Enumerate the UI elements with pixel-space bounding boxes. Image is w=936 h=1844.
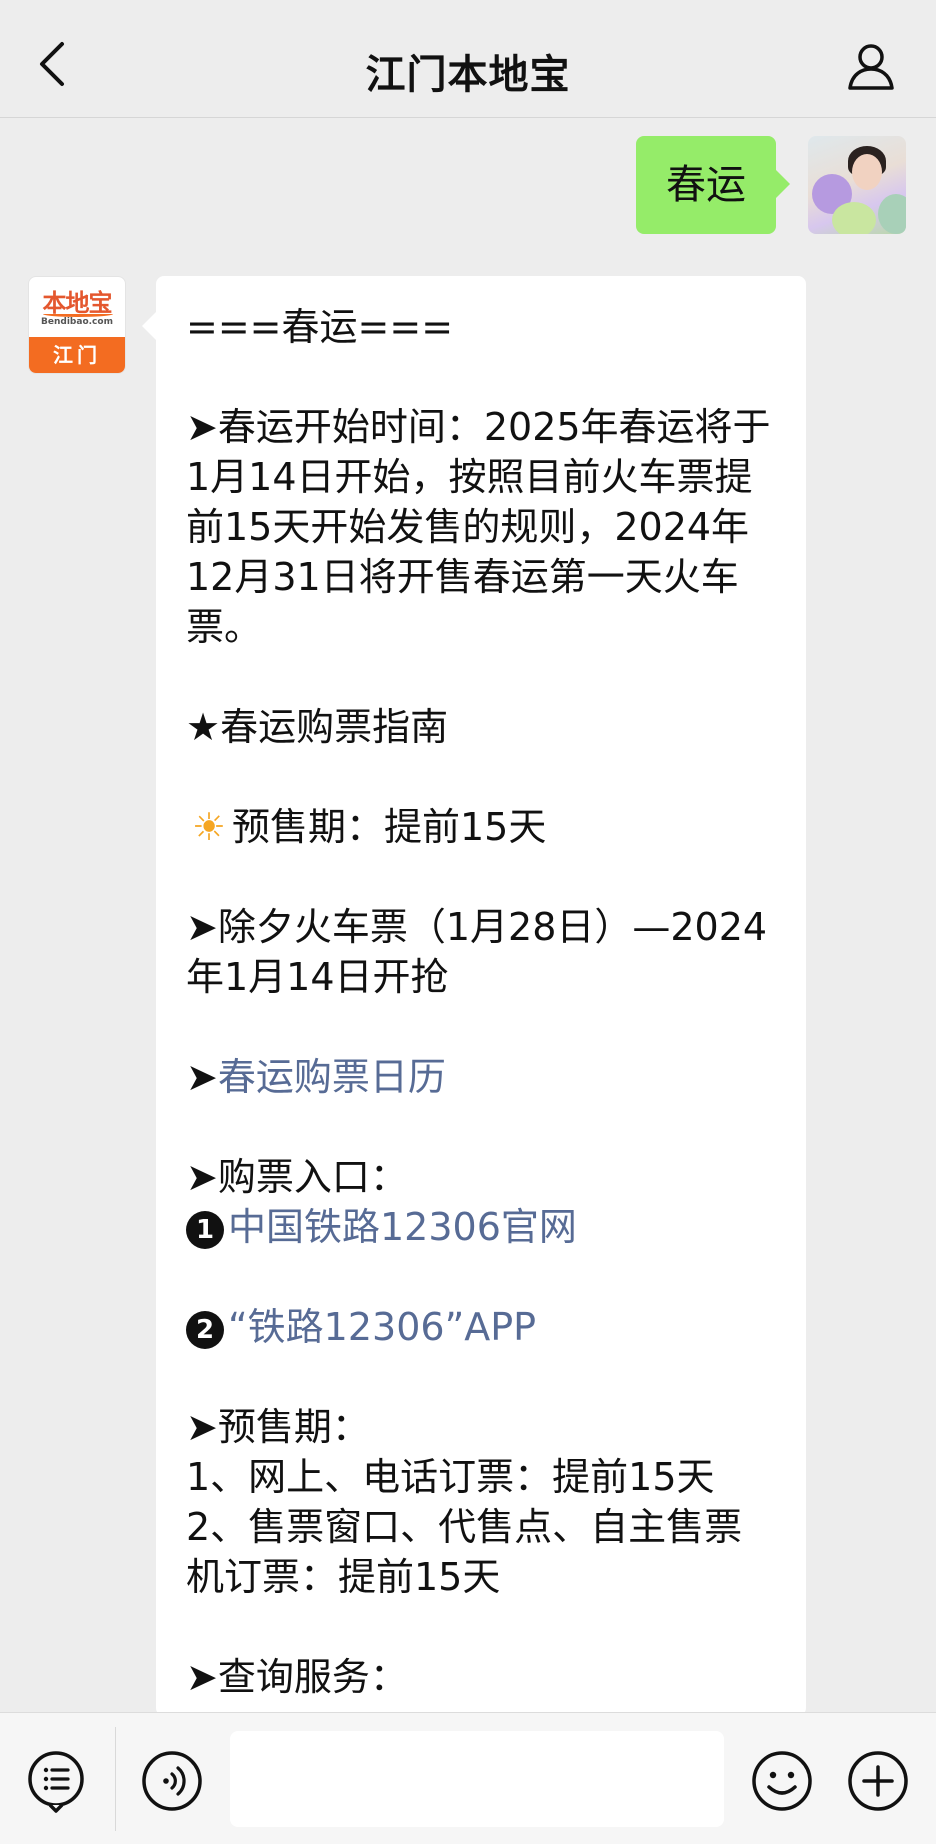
presale-title: ➤预售期： — [186, 1405, 370, 1449]
presale-item-1: 1、网上、电话订票：提前15天 — [186, 1455, 715, 1499]
12306-website-link[interactable]: 中国铁路12306官网 — [228, 1205, 577, 1249]
logo-city: 江门 — [29, 337, 125, 373]
message-content: ===春运=== ➤春运开始时间：2025年春运将于1月14日开始，按照目前火车… — [186, 302, 776, 1702]
guide-title: ★春运购票指南 — [186, 705, 449, 749]
message-input[interactable] — [230, 1731, 724, 1827]
number-badge-icon: 2 — [186, 1311, 224, 1349]
new-year-eve-text: ➤除夕火车票（1月28日）—2024年1月14日开抢 — [186, 905, 768, 999]
nav-bar: 江门本地宝 — [0, 0, 936, 118]
person-icon[interactable] — [846, 42, 896, 92]
heading: ===春运=== — [186, 305, 454, 349]
calendar-link[interactable]: 春运购票日历 — [218, 1055, 446, 1099]
entry-title: ➤购票入口： — [186, 1155, 408, 1199]
smiley-icon[interactable] — [750, 1749, 814, 1813]
query-title: ➤查询服务： — [186, 1655, 408, 1699]
entry-1: 1 中国铁路12306官网 — [186, 1202, 776, 1252]
bubble-arrow — [142, 312, 156, 340]
plus-icon[interactable] — [846, 1749, 910, 1813]
self-message: 春运 — [506, 136, 906, 236]
logo-subtext: Bendibao.com — [41, 317, 113, 327]
presale-item-2: 2、售票窗口、代售点、自主售票机订票：提前15天 — [186, 1505, 743, 1599]
entry-2: 2 “铁路12306”APP — [186, 1302, 776, 1352]
self-avatar[interactable] — [808, 136, 906, 234]
toolbar-divider — [115, 1727, 116, 1831]
calendar-line: ➤春运购票日历 — [186, 1055, 446, 1099]
input-toolbar — [0, 1712, 936, 1844]
voice-icon[interactable] — [140, 1749, 204, 1813]
list-menu-icon[interactable] — [26, 1749, 90, 1813]
official-account-avatar[interactable]: 本地宝 Bendibao.com 江门 — [28, 276, 126, 374]
12306-app-link[interactable]: “铁路12306”APP — [228, 1305, 536, 1349]
sun-emoji-icon: ☀ — [191, 805, 227, 849]
number-badge-icon: 1 — [186, 1211, 224, 1249]
self-message-bubble[interactable]: 春运 — [636, 136, 790, 234]
start-time-text: ➤春运开始时间：2025年春运将于1月14日开始，按照目前火车票提前15天开始发… — [186, 405, 771, 649]
presale-short: ☀ 预售期：提前15天 — [186, 802, 776, 852]
chat-title: 江门本地宝 — [365, 52, 571, 98]
bot-message-bubble: ===春运=== ➤春运开始时间：2025年春运将于1月14日开始，按照目前火车… — [156, 276, 806, 1716]
